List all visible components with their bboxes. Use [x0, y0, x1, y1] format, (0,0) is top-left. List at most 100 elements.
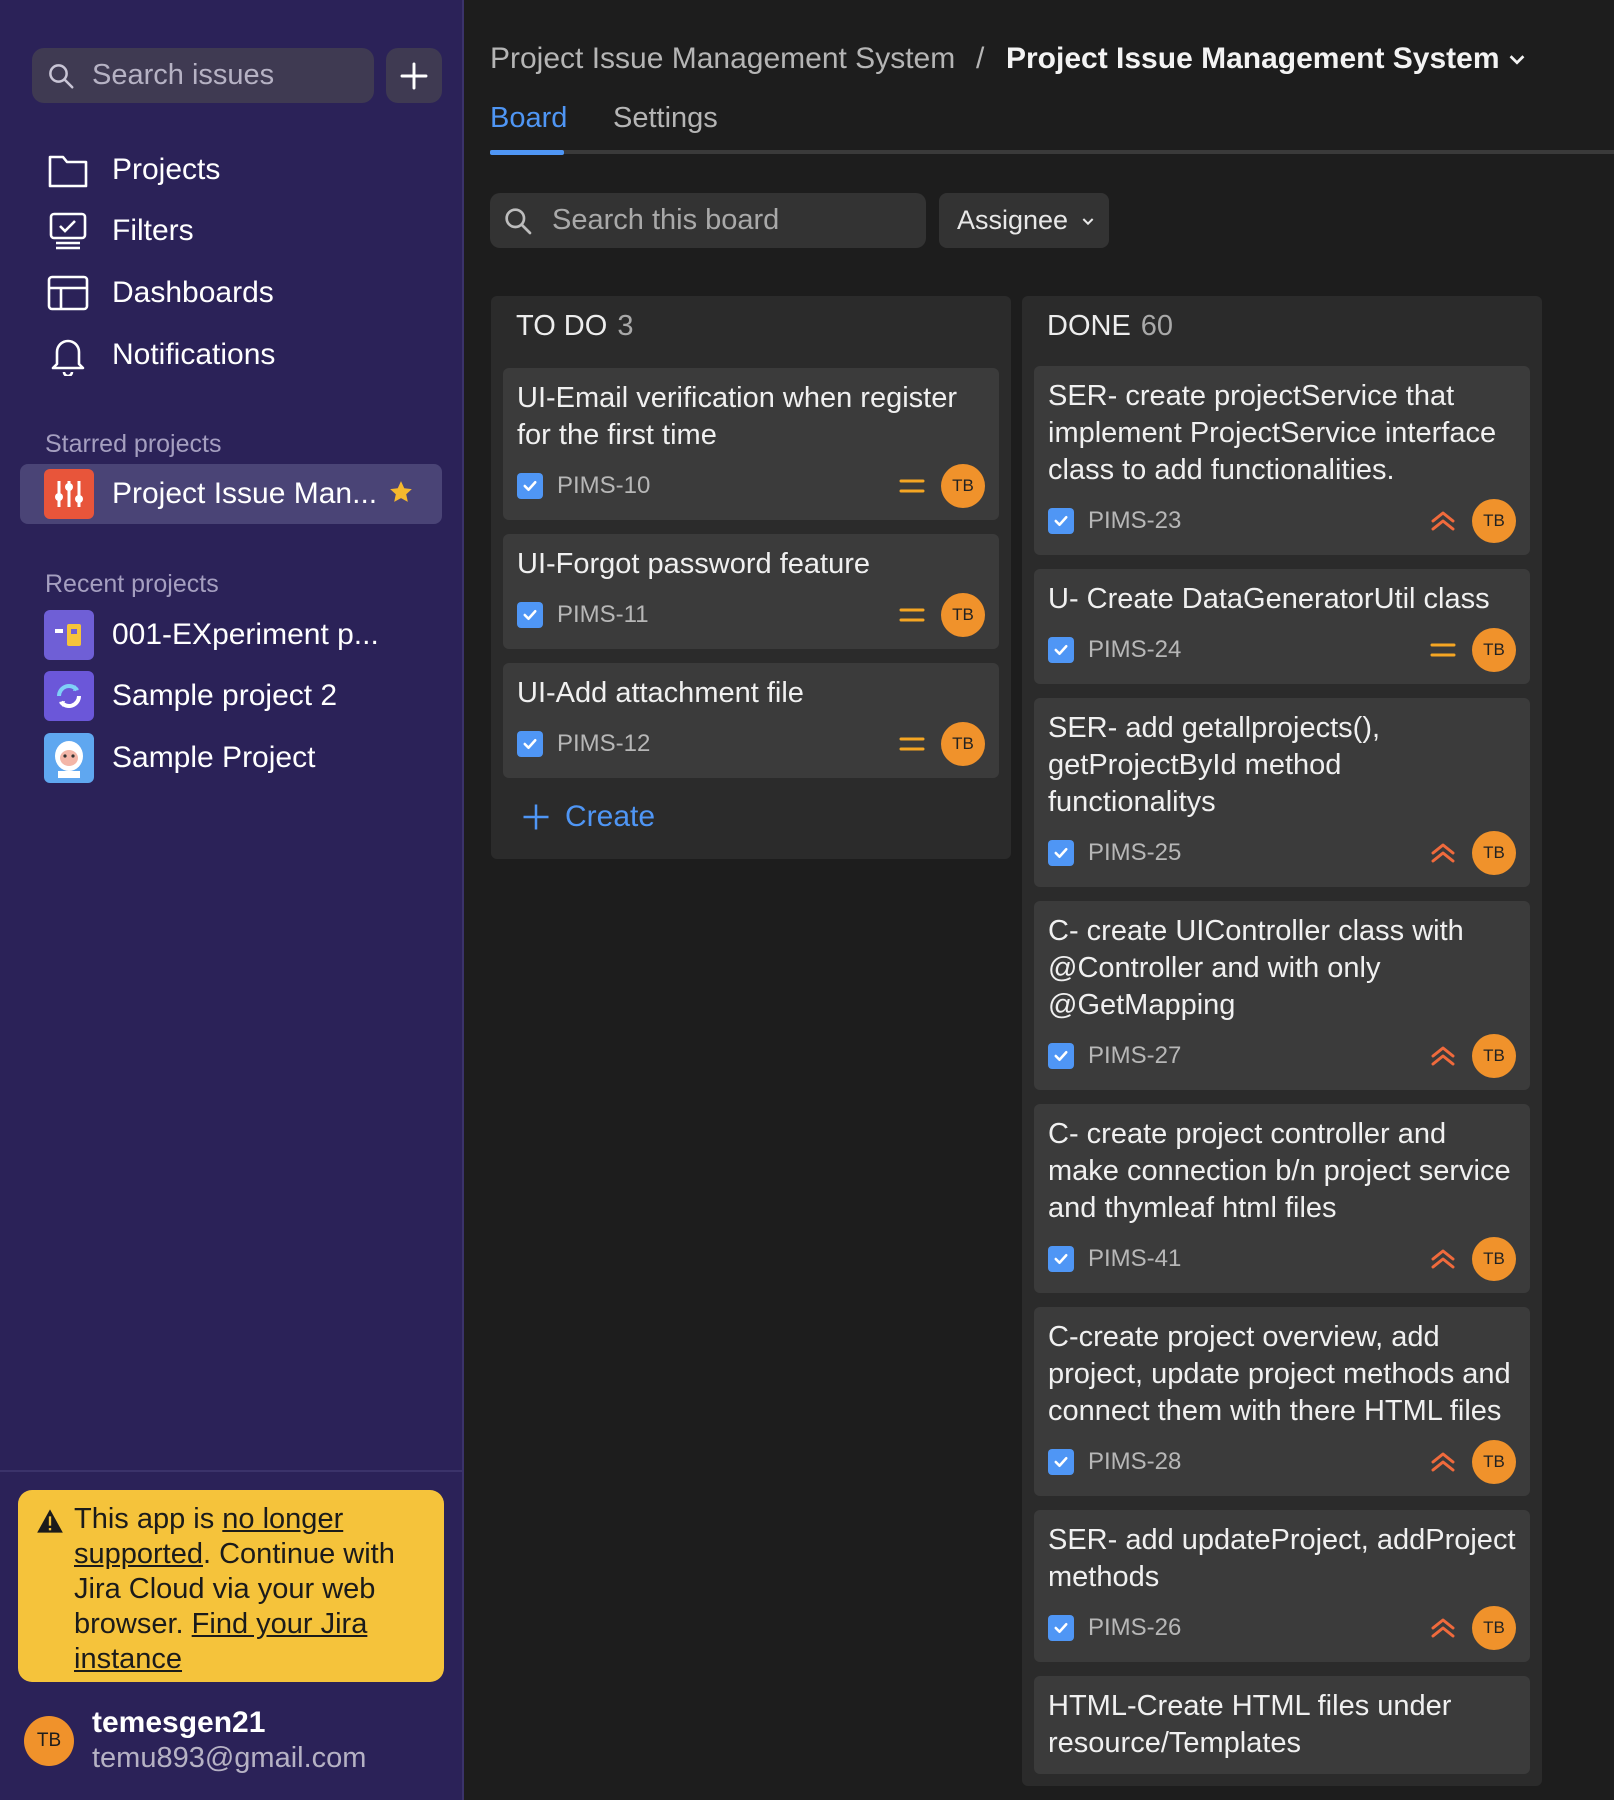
priority-medium-icon: [897, 600, 927, 630]
issue-title: C- create UIController class with @Contr…: [1048, 915, 1464, 1021]
issue-title: SER- create projectService that implemen…: [1048, 380, 1497, 486]
bell-icon: [46, 333, 90, 377]
recent-project-item[interactable]: Sample project 2: [44, 671, 337, 721]
task-checkbox-icon: [1048, 1449, 1074, 1475]
assignee-filter-button[interactable]: Assignee: [939, 193, 1109, 248]
nav-notifications-label: Notifications: [112, 338, 276, 371]
deprecation-banner: This app is no longer supported. Continu…: [18, 1490, 444, 1682]
priority-high-icon: [1428, 1613, 1458, 1643]
issue-card[interactable]: C- create UIController class with @Contr…: [1034, 901, 1530, 1090]
issue-card[interactable]: UI-Add attachment file PIMS-12 TB: [503, 663, 999, 778]
avatar[interactable]: TB: [1472, 499, 1516, 543]
issue-meta: PIMS-26 TB: [1048, 1606, 1516, 1650]
issue-card[interactable]: UI-Forgot password feature PIMS-11 TB: [503, 534, 999, 649]
experiment-project-icon: [44, 610, 94, 660]
todo-card-list: UI-Email verification when register for …: [503, 368, 999, 792]
avatar[interactable]: TB: [1472, 1440, 1516, 1484]
task-checkbox-icon: [1048, 508, 1074, 534]
recent-projects-heading: Recent projects: [45, 570, 219, 598]
issue-card[interactable]: SER- add getallprojects(), getProjectByI…: [1034, 698, 1530, 887]
column-count: 3: [617, 310, 634, 342]
recent-project-item[interactable]: Sample Project: [44, 733, 315, 783]
breadcrumb-current[interactable]: Project Issue Management System: [1006, 42, 1528, 76]
issue-key[interactable]: PIMS-25: [1088, 839, 1428, 867]
nav-notifications[interactable]: Notifications: [46, 330, 275, 380]
avatar[interactable]: TB: [941, 593, 985, 637]
avatar[interactable]: TB: [941, 464, 985, 508]
issue-title: UI-Add attachment file: [517, 677, 804, 709]
issue-card[interactable]: SER- create projectService that implemen…: [1034, 366, 1530, 555]
recent-project-item[interactable]: 001-EXperiment p...: [44, 610, 379, 660]
warning-icon: [36, 1508, 64, 1543]
issue-meta: PIMS-27 TB: [1048, 1034, 1516, 1078]
avatar[interactable]: TB: [1472, 1034, 1516, 1078]
yeti-project-icon: [44, 733, 94, 783]
avatar[interactable]: TB: [1472, 1606, 1516, 1650]
issue-key[interactable]: PIMS-27: [1088, 1042, 1428, 1070]
issue-key[interactable]: PIMS-41: [1088, 1245, 1428, 1273]
recent-project-label: Sample Project: [112, 741, 316, 774]
issue-meta: PIMS-10 TB: [517, 464, 985, 508]
priority-high-icon: [1428, 838, 1458, 868]
starred-project-item[interactable]: Project Issue Man...: [20, 464, 442, 524]
issue-meta: PIMS-23 TB: [1048, 499, 1516, 543]
search-icon: [49, 63, 74, 88]
avatar[interactable]: TB: [1472, 628, 1516, 672]
tabs-divider: [490, 150, 1614, 154]
user-email: temu893@gmail.com: [92, 1742, 367, 1774]
issue-card[interactable]: HTML-Create HTML files under resource/Te…: [1034, 1676, 1530, 1774]
nav-projects[interactable]: Projects: [46, 145, 220, 195]
nav-filters[interactable]: Filters: [46, 206, 194, 256]
sidebar-divider: [0, 1470, 464, 1472]
priority-high-icon: [1428, 1041, 1458, 1071]
done-card-list: SER- create projectService that implemen…: [1034, 366, 1530, 1776]
issue-key[interactable]: PIMS-11: [557, 601, 897, 629]
issue-key[interactable]: PIMS-26: [1088, 1614, 1428, 1642]
issue-card[interactable]: UI-Email verification when register for …: [503, 368, 999, 520]
issue-key[interactable]: PIMS-12: [557, 730, 897, 758]
user-name: temesgen21: [92, 1706, 266, 1739]
column-title: TO DO: [516, 310, 608, 342]
issue-key[interactable]: PIMS-23: [1088, 507, 1428, 535]
issue-title: C- create project controller and make co…: [1048, 1118, 1511, 1224]
issue-title: UI-Email verification when register for …: [517, 382, 957, 451]
priority-medium-icon: [1428, 635, 1458, 665]
avatar[interactable]: TB: [24, 1716, 74, 1766]
issue-card[interactable]: SER- add updateProject, addProject metho…: [1034, 1510, 1530, 1662]
search-board-placeholder: Search this board: [552, 204, 780, 236]
issue-key[interactable]: PIMS-28: [1088, 1448, 1428, 1476]
issue-meta: PIMS-24 TB: [1048, 628, 1516, 672]
star-icon[interactable]: [388, 479, 414, 510]
filter-monitor-icon: [46, 209, 90, 253]
issue-key[interactable]: PIMS-10: [557, 472, 897, 500]
issue-card[interactable]: C-create project overview, add project, …: [1034, 1307, 1530, 1496]
avatar[interactable]: TB: [941, 722, 985, 766]
column-title: DONE: [1047, 310, 1131, 342]
task-checkbox-icon: [1048, 1615, 1074, 1641]
plus-icon: [400, 62, 428, 89]
create-button[interactable]: [386, 48, 442, 103]
tab-board[interactable]: Board: [490, 102, 567, 135]
issue-title: UI-Forgot password feature: [517, 548, 870, 580]
issue-meta: PIMS-11 TB: [517, 593, 985, 637]
create-issue-button[interactable]: Create: [521, 800, 655, 834]
priority-high-icon: [1428, 1244, 1458, 1274]
issue-card[interactable]: U- Create DataGeneratorUtil class PIMS-24…: [1034, 569, 1530, 684]
assignee-label: Assignee: [957, 205, 1069, 235]
tab-settings[interactable]: Settings: [613, 102, 718, 135]
avatar[interactable]: TB: [1472, 831, 1516, 875]
column-todo: TO DO 3 UI-Email verification when regist…: [491, 296, 1011, 859]
column-done-header: DONE 60: [1047, 310, 1173, 343]
breadcrumb-parent[interactable]: Project Issue Management System: [490, 42, 955, 76]
search-issues-input[interactable]: Search issues: [32, 48, 374, 103]
task-checkbox-icon: [1048, 1246, 1074, 1272]
avatar[interactable]: TB: [1472, 1237, 1516, 1281]
issue-card[interactable]: C- create project controller and make co…: [1034, 1104, 1530, 1293]
column-todo-header: TO DO 3: [516, 310, 633, 343]
issue-key[interactable]: PIMS-24: [1088, 636, 1428, 664]
search-board-input[interactable]: Search this board: [490, 193, 926, 248]
plus-icon: [523, 804, 549, 830]
priority-high-icon: [1428, 1447, 1458, 1477]
sync-project-icon: [44, 671, 94, 721]
nav-dashboards[interactable]: Dashboards: [46, 268, 274, 318]
